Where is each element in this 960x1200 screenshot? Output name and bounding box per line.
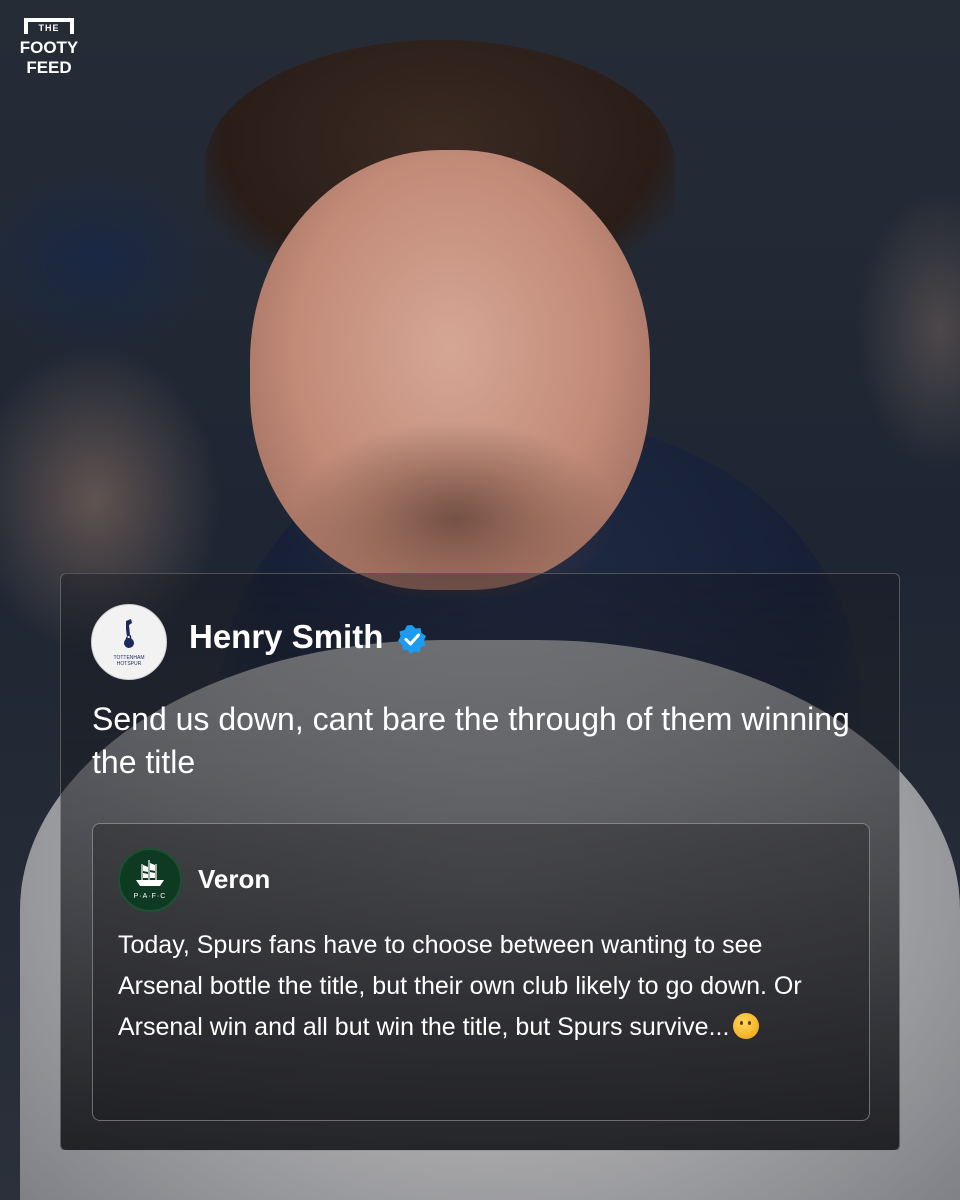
- author-avatar[interactable]: TOTTENHAM HOTSPUR: [91, 604, 167, 680]
- logo-word-feed: FEED: [26, 58, 72, 77]
- footy-feed-logo: THE FOOTY FEED: [18, 18, 80, 84]
- tweet-text: Send us down, cant bare the through of t…: [92, 701, 850, 780]
- quoted-tweet-text-block: Today, Spurs fans have to choose between…: [118, 925, 838, 1048]
- thinking-face-emoji-icon: [733, 1013, 760, 1039]
- tweet-card: TOTTENHAM HOTSPUR Henry Smith Send us dow…: [60, 573, 900, 1151]
- author-name[interactable]: Henry Smith: [189, 618, 383, 656]
- quoted-tweet-text: Today, Spurs fans have to choose between…: [118, 931, 802, 1041]
- quoted-author-avatar[interactable]: P·A·F·C: [118, 848, 182, 912]
- logo-word-footy: FOOTY: [19, 38, 79, 57]
- quoted-author-name[interactable]: Veron: [198, 864, 270, 895]
- quoted-avatar-crest-text: P·A·F·C: [133, 893, 167, 900]
- logo-goal-bar: [24, 18, 74, 22]
- tottenham-crest-icon: [124, 619, 134, 648]
- plymouth-argyle-crest-icon: [136, 860, 164, 886]
- verified-badge-icon: [398, 625, 426, 654]
- logo-word-the: THE: [38, 23, 60, 33]
- quoted-tweet[interactable]: P·A·F·C Veron Today, Spurs fans have to …: [92, 823, 870, 1121]
- avatar-crest-text: TOTTENHAM HOTSPUR: [113, 655, 145, 667]
